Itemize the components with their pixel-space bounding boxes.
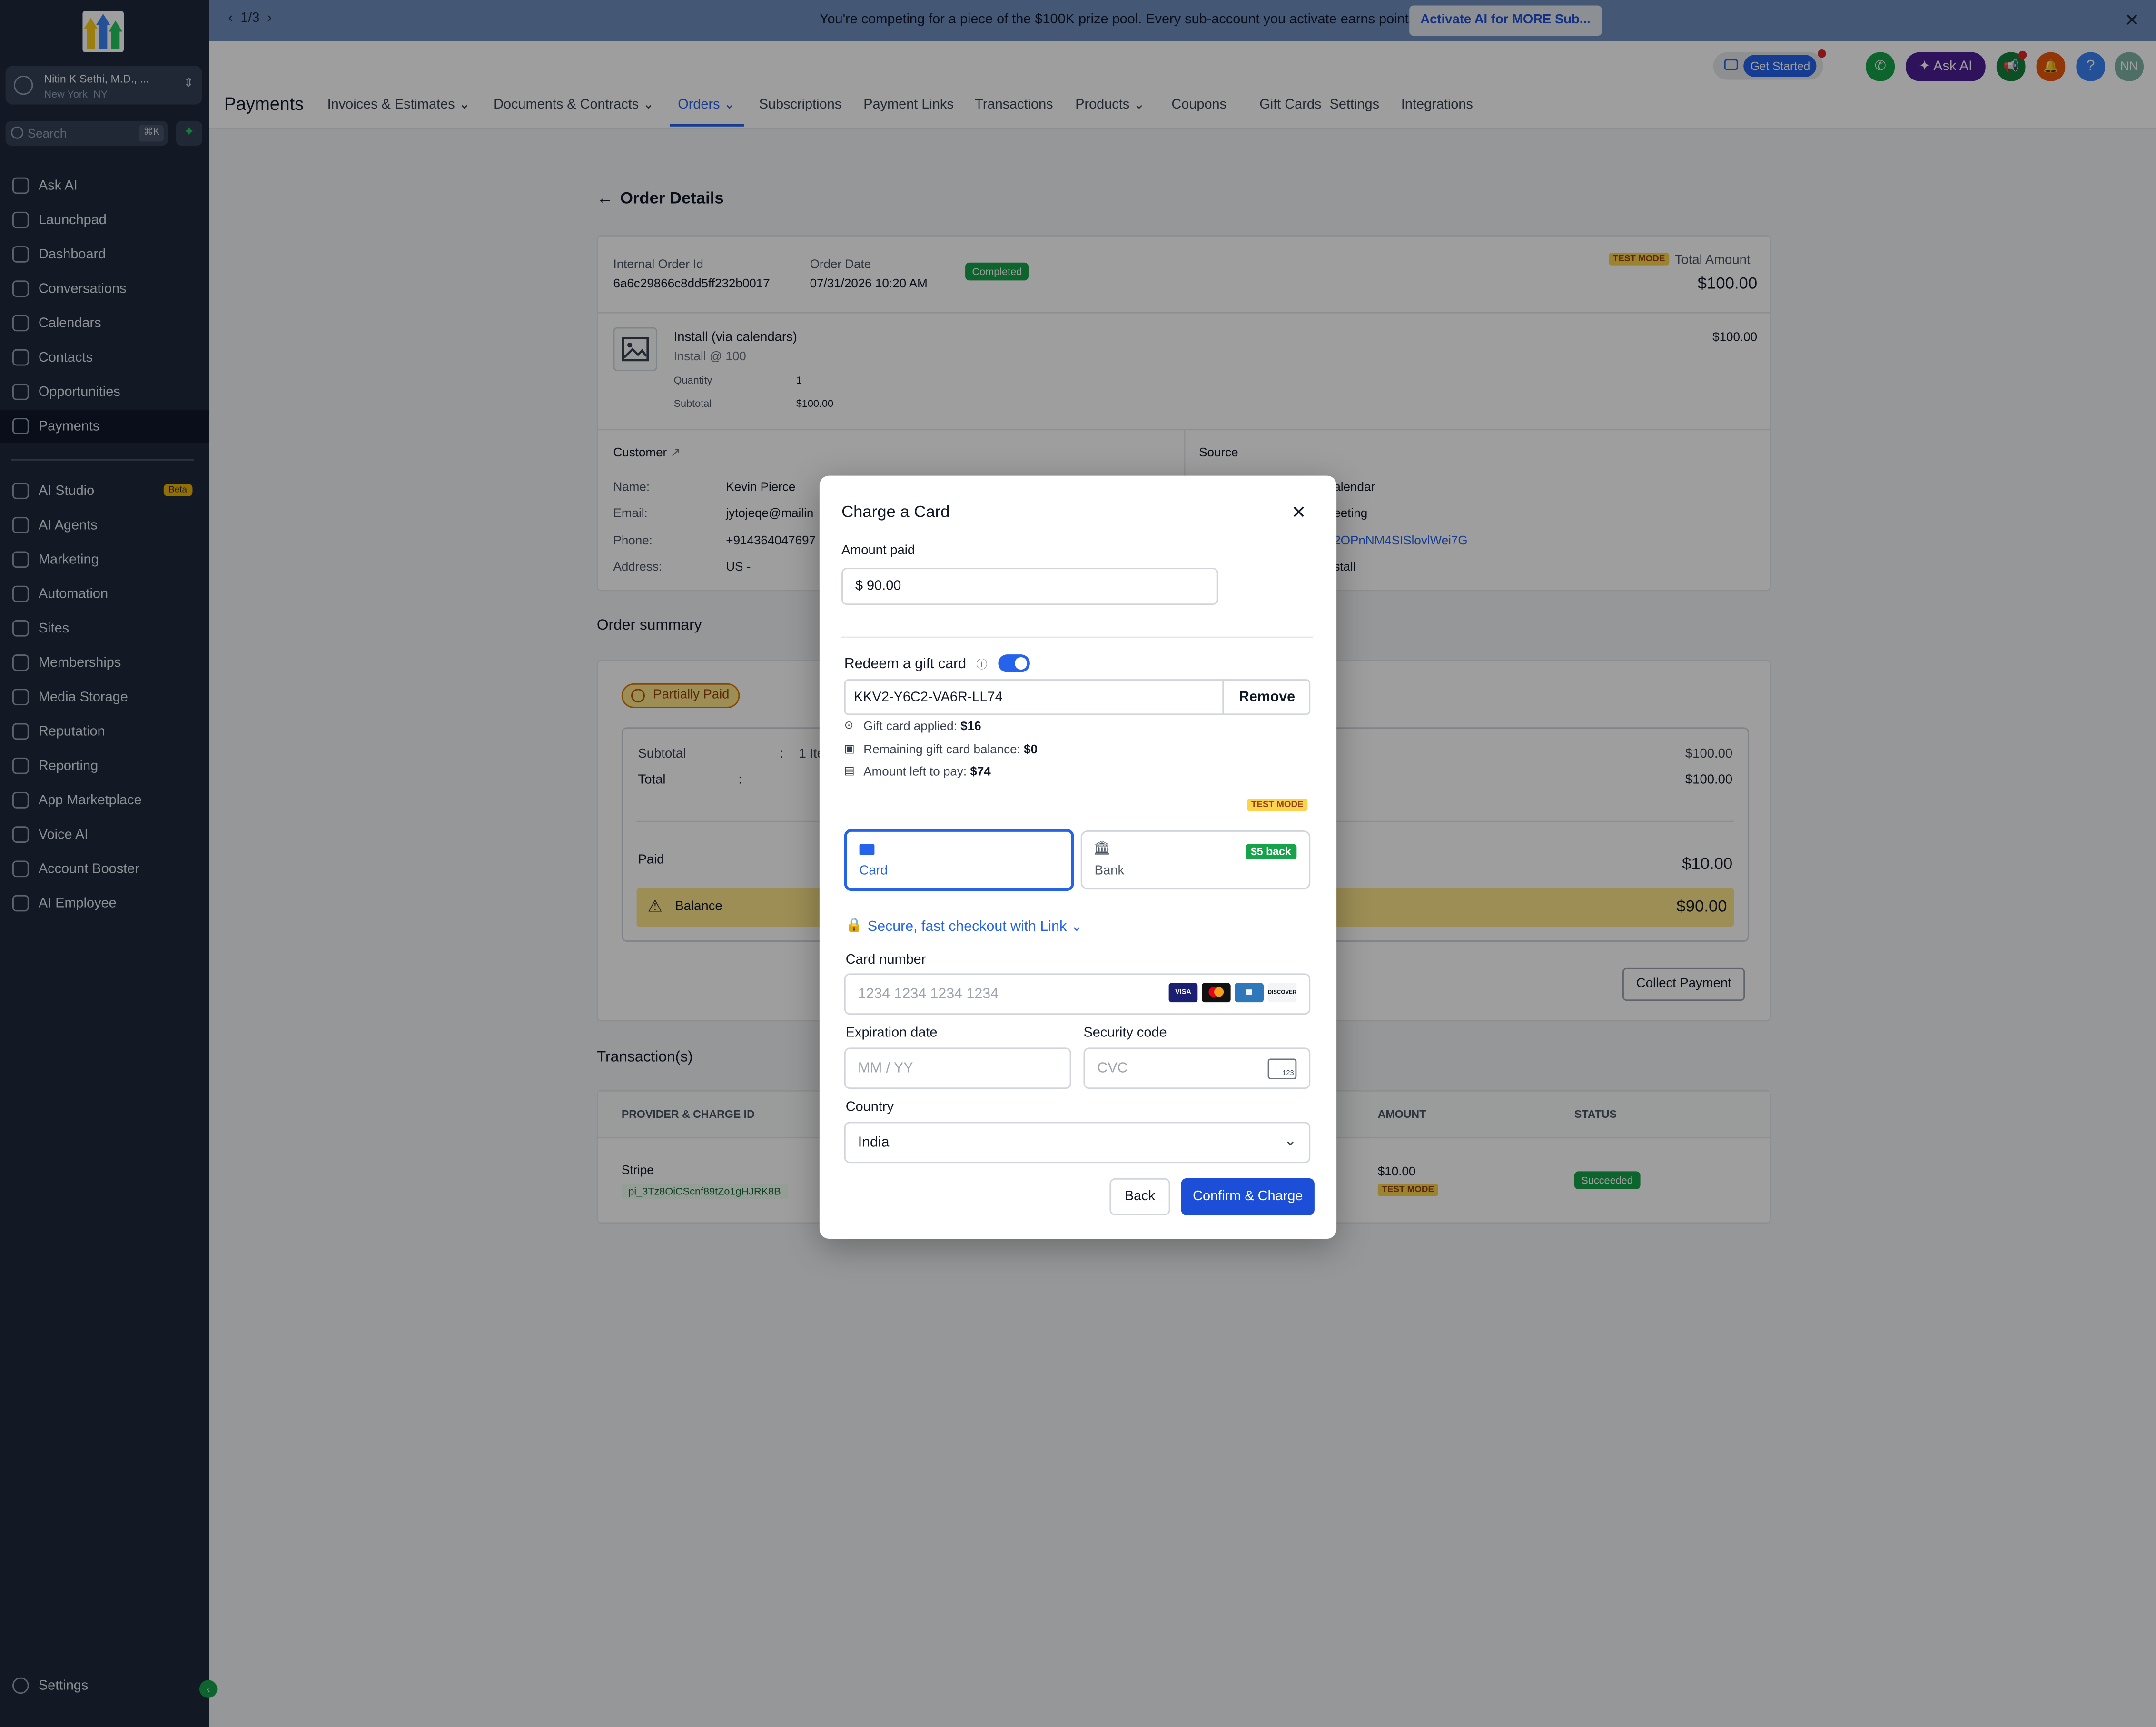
gift-applied-label: Gift card applied: [863, 719, 957, 733]
credit-card-icon [859, 844, 875, 855]
back-button[interactable]: Back [1109, 1178, 1170, 1215]
bank-icon: 🏛 [1093, 841, 1111, 857]
cash-icon: ▤ [844, 764, 855, 777]
gift-card-field: KKV2-Y6C2-VA6R-LL74 Remove [844, 679, 1311, 715]
chevron-down-icon: ⌄ [1070, 918, 1083, 935]
visa-icon: VISA [1168, 983, 1198, 1003]
redeem-gift-card-label: Redeem a gift card [844, 656, 967, 672]
gift-card-code[interactable]: KKV2-Y6C2-VA6R-LL74 [854, 690, 1003, 705]
gift-remaining-row: Remaining gift card balance: $0 [863, 742, 1038, 756]
security-code-input[interactable]: CVC 123 [1083, 1047, 1311, 1089]
close-icon[interactable]: ✕ [1291, 502, 1306, 523]
amex-icon: ▦ [1235, 983, 1264, 1003]
expiration-placeholder: MM / YY [858, 1060, 913, 1077]
cvc-card-icon: 123 [1267, 1058, 1297, 1079]
app-window: Nitin K Sethi, M.D., ... New York, NY ⇕ … [0, 0, 2156, 1727]
discover-icon: DISCOVER [1267, 983, 1297, 1003]
gift-applied-row: Gift card applied: $16 [863, 719, 981, 733]
amount-paid-value: $ 90.00 [855, 579, 901, 594]
divider [841, 636, 1313, 638]
country-value: India [858, 1134, 890, 1151]
card-payment-tab[interactable]: Card [844, 829, 1074, 891]
gift-remaining-label: Remaining gift card balance: [863, 742, 1020, 756]
amount-left-label: Amount left to pay: [863, 764, 967, 779]
link-checkout-toggle[interactable]: Secure, fast checkout with Link ⌄ [868, 918, 1083, 935]
link-checkout-label: Secure, fast checkout with Link [867, 918, 1067, 935]
gift-remaining-value: $0 [1024, 742, 1038, 756]
expiration-input[interactable]: MM / YY [844, 1047, 1071, 1089]
security-code-placeholder: CVC [1097, 1060, 1128, 1077]
amount-paid-input[interactable]: $ 90.00 [841, 568, 1218, 605]
country-label: Country [845, 1100, 894, 1115]
gift-card-toggle[interactable] [998, 654, 1030, 672]
card-number-label: Card number [845, 953, 926, 968]
card-number-placeholder: 1234 1234 1234 1234 [858, 986, 999, 1003]
chevron-down-icon: ⌄ [1284, 1133, 1297, 1150]
cashback-badge: $5 back [1245, 844, 1297, 859]
card-tab-label: Card [859, 863, 888, 879]
confirm-charge-button[interactable]: Confirm & Charge [1181, 1178, 1315, 1215]
modal-title: Charge a Card [841, 502, 950, 521]
wallet-icon: ▣ [844, 742, 855, 755]
amount-left-value: $74 [970, 764, 991, 779]
test-mode-badge: TEST MODE [1247, 799, 1308, 811]
info-icon[interactable]: ⓘ [976, 657, 987, 672]
check-circle-icon: ⊙ [844, 719, 854, 731]
security-code-label: Security code [1083, 1026, 1167, 1041]
country-select[interactable]: India ⌄ [844, 1122, 1311, 1164]
expiration-label: Expiration date [845, 1026, 938, 1041]
lock-icon: 🔒 [845, 918, 863, 934]
amount-left-row: Amount left to pay: $74 [863, 764, 991, 778]
charge-card-modal: Charge a Card ✕ Amount paid $ 90.00 Rede… [819, 475, 1337, 1239]
amount-paid-label: Amount paid [841, 543, 915, 558]
gift-applied-value: $16 [960, 719, 981, 733]
mastercard-icon [1201, 983, 1231, 1003]
divider [1222, 681, 1224, 714]
remove-gift-card-button[interactable]: Remove [1239, 689, 1295, 705]
bank-tab-label: Bank [1094, 863, 1125, 879]
bank-payment-tab[interactable]: 🏛 Bank $5 back [1080, 830, 1311, 890]
